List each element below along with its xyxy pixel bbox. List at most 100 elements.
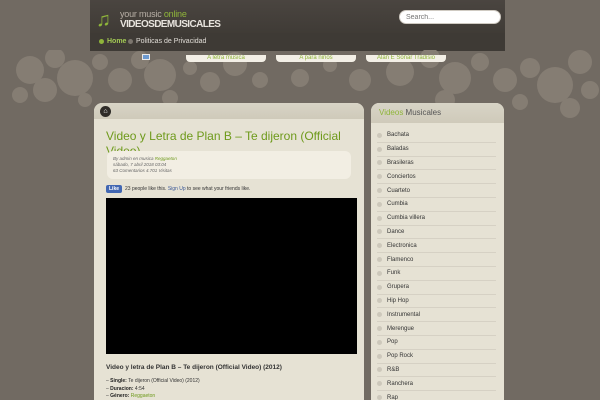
video-player[interactable]: [106, 198, 357, 354]
sidebar-item-label: Grupera: [387, 284, 410, 291]
decorative-bubble: [12, 87, 28, 103]
home-icon[interactable]: ⌂: [100, 106, 111, 117]
bullet-icon: [377, 132, 382, 138]
sidebar-item-label: Instrumental: [387, 311, 421, 318]
bullet-icon: [377, 160, 382, 166]
sidebar-item[interactable]: Pop: [377, 336, 496, 350]
sidebar-item[interactable]: Hip Hop: [377, 295, 496, 309]
sidebar-item[interactable]: Dance: [377, 226, 496, 240]
decorative-bubble: [349, 69, 371, 91]
bullet-icon: [377, 215, 382, 221]
sidebar-item[interactable]: Ranchera: [377, 377, 496, 392]
decorative-bubble: [57, 60, 93, 96]
sidebar: Videos Musicales Bachata Baladas Brasilera…: [371, 103, 504, 400]
decorative-bubble: [512, 94, 528, 110]
decorative-bubble: [78, 93, 92, 107]
decorative-bubble: [520, 58, 540, 78]
decorative-bubble: [92, 54, 108, 70]
sidebar-item[interactable]: Brasileras: [377, 157, 496, 171]
info-row: – Género: Reggaeton: [106, 393, 156, 399]
sidebar-item[interactable]: Bachata: [377, 129, 496, 143]
sidebar-item[interactable]: Cuarteto: [377, 184, 496, 198]
header: ♫ your music online VIDEOSDEMUSICALES Ho…: [0, 0, 600, 51]
sidebar-item[interactable]: Instrumental: [377, 308, 496, 323]
decorative-bubble: [581, 81, 599, 99]
sidebar-item-label: Cumbia: [387, 201, 408, 208]
bullet-icon: [377, 326, 382, 332]
sidebar-item-label: Bachata: [387, 132, 410, 139]
sidebar-item-label: R&B: [387, 366, 400, 373]
breadcrumb-bar: ⌂: [94, 103, 364, 119]
link-tab[interactable]: Alan E Sonar Tradisio: [366, 55, 446, 62]
sidebar-title: Videos Musicales: [371, 103, 504, 123]
sidebar-item-label: Funk: [387, 270, 401, 277]
site-logo[interactable]: ♫ your music online VIDEOSDEMUSICALES: [96, 8, 221, 34]
bullet-icon: [377, 257, 382, 263]
fb-signup-link[interactable]: Sign Up: [168, 186, 186, 192]
link-tab[interactable]: A para niños: [276, 55, 356, 62]
bullet-icon: [128, 39, 133, 44]
facebook-like-button[interactable]: Like: [106, 185, 123, 193]
logo-tagline: your music online: [120, 9, 187, 19]
sidebar-item-label: Conciertos: [387, 173, 416, 180]
sidebar-item-label: Cumbia villera: [387, 215, 426, 222]
sidebar-item[interactable]: Grupera: [377, 281, 496, 295]
bullet-icon: [377, 367, 382, 373]
music-note-icon: ♫: [96, 9, 111, 31]
info-row: – Duracion: 4:54: [106, 385, 145, 392]
bullet-icon: [377, 229, 382, 235]
bullet-icon: [377, 270, 382, 276]
sidebar-item[interactable]: Rap: [377, 391, 496, 400]
category-list: Bachata Baladas Brasileras Conciertos Cuarte…: [371, 123, 504, 400]
sidebar-item[interactable]: Merengue: [377, 322, 496, 336]
sidebar-item[interactable]: Cumbia villera: [377, 212, 496, 226]
meta-stats: 63 Comentarios 4.701 Visitas: [113, 168, 172, 173]
bullet-icon: [377, 201, 382, 207]
decorative-bubble: [568, 50, 592, 74]
sidebar-item[interactable]: Electronica: [377, 239, 496, 254]
bullet-icon: [377, 381, 382, 387]
bullet-icon: [377, 243, 382, 249]
sidebar-item[interactable]: R&B: [377, 364, 496, 378]
facebook-like: Like 23 people like this. Sign Up to see…: [106, 185, 250, 193]
bullet-icon: [377, 284, 382, 290]
decorative-bubble: [560, 98, 580, 118]
nav-item-privacy[interactable]: Politicas de Privacidad: [128, 38, 206, 45]
decorative-bubble: [471, 53, 489, 71]
sidebar-item[interactable]: Flamenco: [377, 253, 496, 267]
sidebar-item-label: Electronica: [387, 242, 417, 249]
sidebar-item-label: Pop Rock: [387, 353, 414, 360]
sidebar-item-label: Merengue: [387, 325, 415, 332]
sidebar-item-label: Pop: [387, 339, 398, 346]
nav-item-home[interactable]: Home: [99, 38, 126, 45]
flag-icon[interactable]: [142, 54, 150, 60]
sidebar-item[interactable]: Cumbia: [377, 198, 496, 212]
sidebar-item-label: Dance: [387, 228, 405, 235]
decorative-bubble: [200, 72, 220, 92]
sidebar-item-label: Flamenco: [387, 256, 414, 263]
decorative-bubble: [33, 78, 57, 102]
decorative-bubble: [183, 61, 197, 75]
sidebar-item[interactable]: Funk: [377, 267, 496, 281]
bullet-icon: [377, 395, 382, 400]
decorative-bubble: [493, 68, 517, 92]
decorative-bubble: [108, 68, 132, 92]
main-content: ⌂ Video y Letra de Plan B – Te dijeron (…: [94, 103, 364, 400]
sidebar-item-label: Baladas: [387, 146, 409, 153]
decorative-bubble: [252, 72, 268, 88]
sidebar-item[interactable]: Baladas: [377, 143, 496, 157]
bullet-icon: [99, 39, 104, 44]
song-info: – Single: Te dijeron (Official Video) (2…: [106, 378, 200, 400]
link-tab[interactable]: A letra musica: [186, 55, 266, 62]
decorative-bubble: [144, 59, 176, 91]
sidebar-item[interactable]: Conciertos: [377, 170, 496, 185]
search-input[interactable]: [399, 10, 501, 24]
sidebar-item-label: Ranchera: [387, 380, 414, 387]
bullet-icon: [377, 353, 382, 359]
sidebar-item-label: Hip Hop: [387, 297, 409, 304]
bullet-icon: [377, 339, 382, 345]
bullet-icon: [377, 298, 382, 304]
decorative-bubble: [291, 69, 309, 87]
post-meta: By admin en musica Reggaeton sábado, 7 a…: [107, 151, 351, 179]
sidebar-item[interactable]: Pop Rock: [377, 350, 496, 364]
